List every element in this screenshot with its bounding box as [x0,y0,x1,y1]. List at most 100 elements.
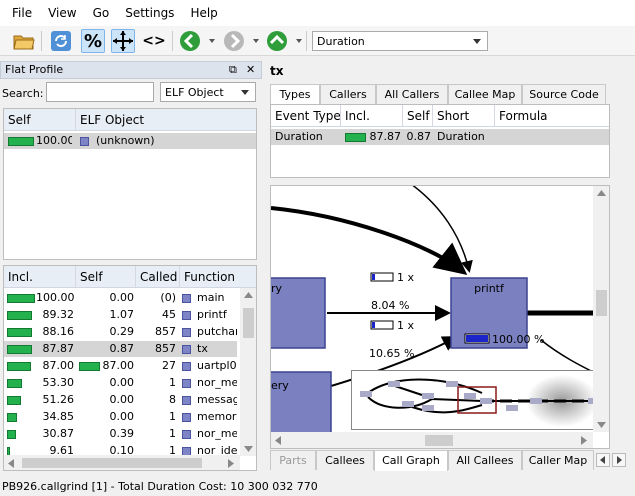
tab-callees[interactable]: Callees [316,450,374,470]
call-edge[interactable] [271,206,468,275]
column-header-short[interactable]: Short [433,105,495,127]
column-header-incl[interactable]: Incl. [341,105,403,127]
top-tab-bar: Types Callers All Callers Callee Map Sou… [270,84,610,105]
column-header-incl[interactable]: Incl. [4,266,76,288]
function-row[interactable]: 51.26 0.00 8 message [4,392,237,408]
function-row[interactable]: 53.30 0.00 1 nor_memory [4,375,237,391]
code-brackets-icon[interactable]: <> [142,29,166,53]
tab-callee-map[interactable]: Callee Map [448,84,522,104]
function-list: Incl. Self Called Function 100.00 0.00 (0)… [3,265,257,471]
column-header-self[interactable]: Self [403,105,433,127]
back-icon[interactable] [178,29,202,53]
function-row[interactable]: 100.00 0.00 (0) main [4,290,237,306]
function-self: 0.00 [109,376,135,389]
back-dropdown-icon[interactable] [209,39,215,43]
scroll-down-icon[interactable] [597,422,606,428]
menu-file[interactable]: File [4,6,40,20]
reload-icon[interactable] [49,29,73,53]
function-self: 0.00 [109,393,135,406]
scroll-thumb[interactable] [425,435,453,446]
menu-bar: File View Go Settings Help [0,0,635,26]
graph-overview-panner[interactable] [351,370,605,430]
function-list-header: Incl. Self Called Function [4,266,256,288]
column-header-self[interactable]: Self [4,109,76,131]
function-self: 0.00 [109,291,135,304]
column-header-function[interactable]: Function [180,266,256,288]
move-cross-icon[interactable] [111,29,135,53]
function-name: message [197,393,237,406]
self-cost-bar [8,137,34,146]
event-type-row[interactable]: Duration 87.87 0.87 Duration [271,129,609,145]
function-incl: 89.32 [42,308,75,321]
column-header-elf-object[interactable]: ELF Object [76,109,256,131]
scroll-left-icon[interactable] [8,459,14,468]
scroll-down-icon[interactable] [244,446,253,452]
scroll-left-icon[interactable] [275,436,281,445]
event-type-combo[interactable]: Duration [312,31,488,51]
function-row[interactable]: 87.00 87.00 27 uartpl011 [4,358,237,374]
menu-help[interactable]: Help [182,6,225,20]
tab-source-code[interactable]: Source Code [522,84,606,104]
float-icon[interactable]: ⧉ [229,62,237,78]
tab-callers[interactable]: Callers [320,84,376,104]
function-list-horizontal-scrollbar[interactable] [4,455,240,470]
function-incl: 53.30 [42,376,75,389]
menu-view[interactable]: View [40,6,84,20]
column-header-formula[interactable]: Formula [495,105,609,127]
scroll-right-icon[interactable] [581,436,587,445]
function-called: (0) [160,291,176,304]
function-color-icon [182,345,191,354]
function-list-vertical-scrollbar[interactable] [240,288,256,456]
percent-icon[interactable]: % [81,29,105,53]
incl-cost-bar [7,328,32,337]
chevron-down-icon [473,39,481,44]
scroll-thumb[interactable] [22,458,202,468]
status-bar: PB926.callgrind [1] - Total Duration Cos… [0,478,635,496]
function-called: 1 [169,376,176,389]
group-row[interactable]: 100.00 (unknown) [4,133,256,149]
group-type-combo[interactable]: ELF Object [160,82,256,102]
tab-types[interactable]: Types [270,84,320,105]
function-name: tx [197,342,208,355]
scroll-thumb[interactable] [596,290,607,316]
function-self: 0.00 [109,410,135,423]
graph-node-label: printf [474,282,505,295]
function-color-icon [182,396,191,405]
forward-icon[interactable] [222,29,246,53]
search-input[interactable] [46,82,154,102]
tab-parts[interactable]: Parts [270,450,316,470]
function-row[interactable]: 88.16 0.29 857 putchar [4,324,237,340]
tab-call-graph[interactable]: Call Graph [374,450,448,471]
call-graph-horizontal-scrollbar[interactable] [271,432,593,448]
forward-dropdown-icon[interactable] [253,39,259,43]
scroll-up-icon[interactable] [597,190,606,196]
scroll-up-icon[interactable] [244,292,253,298]
tab-scroll-left-icon[interactable] [596,453,610,467]
function-row[interactable]: 89.32 1.07 45 printf [4,307,237,323]
function-color-icon [182,328,191,337]
column-header-self[interactable]: Self [76,266,136,288]
tab-all-callees[interactable]: All Callees [448,450,522,470]
column-header-called[interactable]: Called [136,266,180,288]
tab-all-callers[interactable]: All Callers [376,84,448,104]
event-type-short: Duration [437,130,485,143]
open-folder-icon[interactable] [12,29,36,53]
function-row[interactable]: 87.87 0.87 857 tx [4,341,237,357]
call-graph-vertical-scrollbar[interactable] [593,186,609,432]
function-self: 0.29 [109,325,135,338]
up-icon[interactable] [265,29,289,53]
close-icon[interactable]: ✕ [246,62,255,78]
tab-caller-map[interactable]: Caller Map [522,450,594,470]
edge-label: 10.65 % [369,347,414,360]
incl-cost-bar [7,396,21,405]
tab-scroll-right-icon[interactable] [612,453,626,467]
menu-go[interactable]: Go [85,6,118,20]
call-graph-view[interactable]: ry ery printf 100.00 % 1 x 8.04 % 1 x 10… [270,185,610,449]
scroll-thumb[interactable] [243,308,254,338]
function-row[interactable]: 34.85 0.00 1 memory [4,409,237,425]
function-row[interactable]: 30.87 0.39 1 nor_mem [4,426,237,442]
menu-settings[interactable]: Settings [117,6,182,20]
column-header-event-type[interactable]: Event Type [271,105,341,127]
scroll-right-icon[interactable] [228,459,234,468]
up-dropdown-icon[interactable] [296,39,302,43]
